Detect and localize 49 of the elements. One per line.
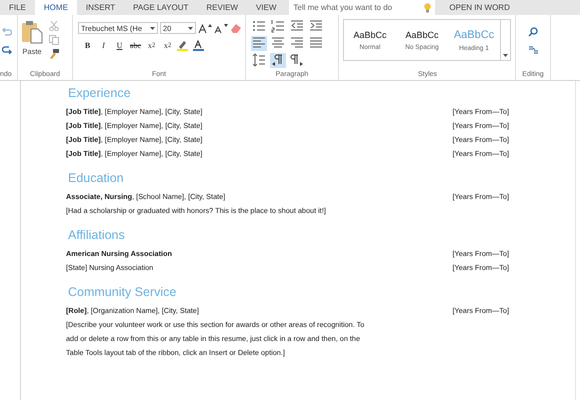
section-heading: Experience	[68, 85, 132, 101]
caret-icon[interactable]	[188, 26, 193, 30]
format-button[interactable]: U	[112, 39, 127, 52]
ltr-button[interactable]	[270, 52, 286, 68]
ribbon-tab[interactable]: FILE	[0, 0, 35, 15]
paintbrush-icon[interactable]	[49, 49, 59, 59]
section-heading: Affiliations	[68, 227, 126, 243]
open-in-word-button[interactable]: OPEN IN WORD	[435, 0, 524, 15]
replace-icon[interactable]	[528, 45, 538, 55]
align-left-button[interactable]	[251, 36, 267, 50]
ltr-icon	[271, 53, 285, 67]
align-right-icon	[290, 36, 304, 50]
grow-font-icon[interactable]	[198, 22, 212, 34]
section-heading: Community Service	[68, 284, 178, 300]
ribbon-tab[interactable]: PAGE LAYOUT	[124, 0, 198, 15]
clipboard-icon	[21, 20, 43, 44]
format-button[interactable]: B	[80, 39, 95, 52]
ribbon-tab[interactable]: REVIEW	[197, 0, 247, 15]
format-button[interactable]: I	[96, 39, 111, 52]
search-field[interactable]: Tell me what you want to do	[289, 0, 436, 15]
align-right-button[interactable]	[289, 36, 305, 50]
redo-icon[interactable]	[2, 45, 12, 54]
more-styles-icon[interactable]	[503, 54, 508, 57]
outdent-button[interactable]	[289, 18, 305, 34]
numbering-icon	[271, 19, 285, 33]
rtl-icon	[290, 53, 304, 67]
bullets-icon	[252, 19, 266, 33]
justify-icon	[309, 36, 323, 50]
search-icon[interactable]	[528, 27, 538, 37]
rtl-button[interactable]	[289, 52, 305, 68]
align-center-button[interactable]	[270, 36, 286, 50]
numbering-button[interactable]	[270, 18, 286, 34]
justify-button[interactable]	[308, 36, 324, 50]
section-heading: Education	[68, 170, 125, 186]
align-center-icon	[271, 36, 285, 50]
shrink-font-icon[interactable]	[214, 22, 228, 34]
ribbon-tab[interactable]: INSERT	[76, 0, 124, 15]
ribbon-tab[interactable]: VIEW	[246, 0, 286, 15]
outdent-icon	[290, 19, 304, 33]
line-spacing-button[interactable]	[251, 52, 267, 68]
lightbulb-icon	[424, 2, 432, 12]
line-spacing-icon	[252, 53, 266, 67]
caret-icon[interactable]	[150, 26, 155, 30]
indent-button[interactable]	[308, 18, 324, 34]
format-button[interactable]: abc	[128, 39, 143, 52]
align-left-icon	[252, 36, 266, 50]
ribbon-tab[interactable]: HOME	[34, 0, 77, 15]
indent-icon	[309, 19, 323, 33]
bullets-button[interactable]	[251, 18, 267, 34]
